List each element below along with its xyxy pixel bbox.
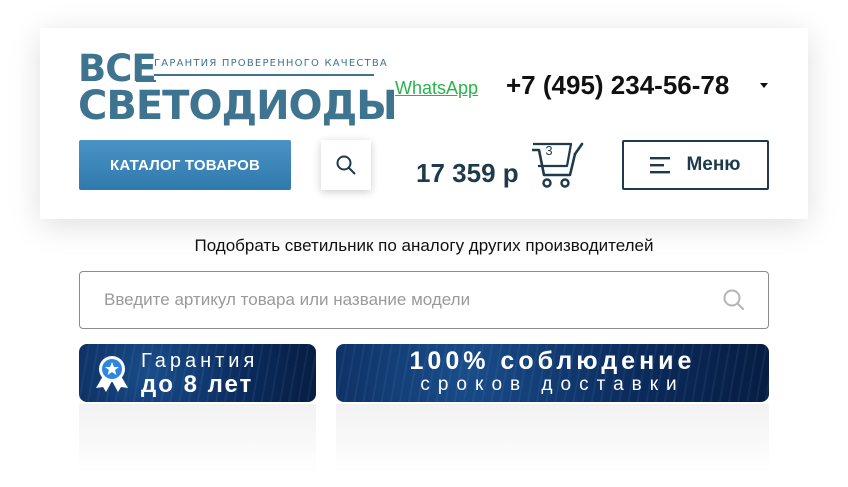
banner-shadow [336, 404, 769, 474]
analog-search-title: Подобрать светильник по аналогу других п… [194, 236, 654, 255]
search-button[interactable] [321, 140, 371, 190]
chevron-down-icon[interactable] [760, 83, 768, 88]
logo-divider [154, 74, 374, 76]
banner-shadow [79, 404, 316, 474]
site-logo[interactable]: ВСЕ ГАРАНТИЯ ПРОВЕРЕННОГО КАЧЕСТВА СВЕТО… [78, 50, 398, 126]
cart-total[interactable]: 17 359 р [416, 158, 519, 189]
menu-button[interactable]: Меню [622, 140, 769, 190]
whatsapp-link[interactable]: WhatsApp [395, 78, 478, 99]
logo-main-text: СВЕТОДИОДЫ [78, 83, 398, 129]
phone-number[interactable]: +7 (495) 234-56-78 [506, 70, 729, 101]
catalog-button[interactable]: КАТАЛОГ ТОВАРОВ [79, 140, 291, 190]
cart-count-badge: 3 [545, 143, 553, 158]
delivery-line2: сроков доставки [420, 374, 685, 395]
cart-button[interactable]: 3 [530, 142, 584, 190]
menu-label: Меню [686, 154, 741, 175]
hamburger-icon [650, 157, 671, 174]
delivery-line1: 100% соблюдение [409, 347, 696, 375]
warranty-banner[interactable]: Гарантия до 8 лет [79, 344, 316, 402]
delivery-banner[interactable]: 100% соблюдение сроков доставки [336, 344, 769, 402]
site-header: ВСЕ ГАРАНТИЯ ПРОВЕРЕННОГО КАЧЕСТВА СВЕТО… [40, 28, 808, 219]
medal-icon [96, 356, 128, 392]
logo-tagline: ГАРАНТИЯ ПРОВЕРЕННОГО КАЧЕСТВА [154, 58, 388, 69]
logo-divider-short [136, 80, 156, 82]
search-icon [336, 155, 356, 175]
analog-search-field[interactable] [79, 271, 769, 329]
analog-search-input[interactable] [104, 272, 704, 328]
warranty-line1: Гарантия [141, 350, 259, 372]
search-icon[interactable] [722, 288, 746, 312]
warranty-line2: до 8 лет [141, 371, 254, 398]
